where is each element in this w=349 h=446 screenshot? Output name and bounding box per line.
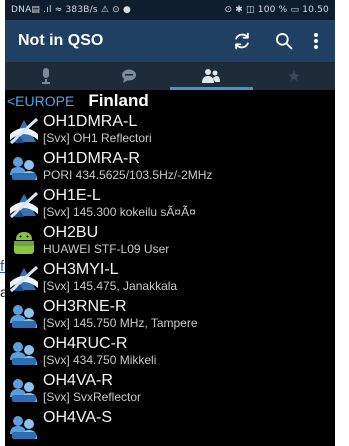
- link-node-icon: [5, 112, 43, 149]
- station-row[interactable]: OH1DMRA-L [Svx] OH1 Reflectori: [5, 112, 335, 149]
- link-node-icon: [5, 260, 43, 297]
- tab-transmit[interactable]: [5, 62, 88, 90]
- station-row[interactable]: OH4RUC-R [Svx] 434.750 Mikkeli: [5, 334, 335, 371]
- repeater-icon: [5, 297, 43, 334]
- station-callsign: OH4VA-R: [43, 372, 113, 389]
- station-row[interactable]: OH4VA-S: [5, 408, 335, 445]
- station-callsign: OH1DMRA-R: [43, 150, 140, 167]
- chat-icon: [121, 69, 136, 83]
- station-list: OH1DMRA-L [Svx] OH1 Reflectori OH1DMRA-R…: [5, 112, 335, 445]
- tab-chat[interactable]: [88, 62, 171, 90]
- star-icon: [287, 70, 300, 82]
- phone-screen: DNA▤ .ıl ≈ 383B/s ⚠ ⊙ ● ⊙ ✱ ◫ 100 % ▭ 10…: [5, 0, 335, 446]
- station-description: [Svx] OH1 Reflectori: [43, 131, 152, 145]
- station-callsign: OH1DMRA-L: [43, 113, 138, 130]
- station-description: [Svx] 145.300 kokeilu sÃ¤Ã¤: [43, 205, 196, 219]
- station-callsign: OH2BU: [43, 224, 99, 241]
- station-callsign: OH1E-L: [43, 187, 101, 204]
- refresh-icon: [235, 32, 249, 50]
- status-bar-left: DNA▤ .ıl ≈ 383B/s ⚠ ⊙ ●: [11, 5, 132, 15]
- page-title: Not in QSO: [18, 32, 104, 49]
- tab-favorites[interactable]: [253, 62, 336, 90]
- repeater-icon: [5, 334, 43, 371]
- station-row[interactable]: OH4VA-R [Svx] SvxReflector: [5, 371, 335, 408]
- breadcrumb-title: Finland: [88, 91, 149, 110]
- station-description: PORI 434.5625/103.5Hz/-2MHz: [43, 168, 213, 182]
- overflow-menu-button[interactable]: [305, 20, 327, 62]
- breadcrumb-back-link[interactable]: <EUROPE: [7, 93, 88, 109]
- status-bar: DNA▤ .ıl ≈ 383B/s ⚠ ⊙ ● ⊙ ✱ ◫ 100 % ▭ 10…: [5, 0, 335, 20]
- repeater-icon: [5, 371, 43, 408]
- tab-bar: [5, 62, 335, 90]
- search-button[interactable]: [263, 20, 305, 62]
- users-icon: [202, 69, 221, 83]
- repeater-icon: [5, 408, 43, 445]
- overflow-menu-icon: [314, 33, 318, 49]
- station-row[interactable]: OH2BU HUAWEI STF-L09 User: [5, 223, 335, 260]
- station-description: [Svx] 434.750 Mikkeli: [43, 353, 157, 367]
- station-description: HUAWEI STF-L09 User: [43, 242, 170, 256]
- station-description: [Svx] SvxReflector: [43, 390, 142, 404]
- app-bar: Not in QSO: [5, 20, 335, 62]
- station-row[interactable]: OH3RNE-R [Svx] 145.750 MHz, Tampere: [5, 297, 335, 334]
- search-icon: [276, 33, 293, 50]
- status-bar-right: ⊙ ✱ ◫ 100 % ▭ 10.50: [224, 5, 329, 15]
- station-callsign: OH3MYI-L: [43, 261, 119, 278]
- breadcrumb: <EUROPE Finland: [5, 90, 335, 112]
- station-description: [Svx] 145.475, Janakkala: [43, 279, 178, 293]
- link-node-icon: [5, 186, 43, 223]
- tab-stations[interactable]: [170, 62, 253, 90]
- microphone-icon: [42, 68, 51, 84]
- station-callsign: OH4VA-S: [43, 409, 113, 426]
- station-callsign: OH4RUC-R: [43, 335, 128, 352]
- station-callsign: OH3RNE-R: [43, 298, 127, 315]
- station-description: [Svx] 145.750 MHz, Tampere: [43, 316, 198, 330]
- station-row[interactable]: OH1DMRA-R PORI 434.5625/103.5Hz/-2MHz: [5, 149, 335, 186]
- station-row[interactable]: OH3MYI-L [Svx] 145.475, Janakkala: [5, 260, 335, 297]
- repeater-icon: [5, 149, 43, 186]
- station-row[interactable]: OH1E-L [Svx] 145.300 kokeilu sÃ¤Ã¤: [5, 186, 335, 223]
- refresh-button[interactable]: [221, 20, 263, 62]
- android-user-icon: [5, 223, 43, 260]
